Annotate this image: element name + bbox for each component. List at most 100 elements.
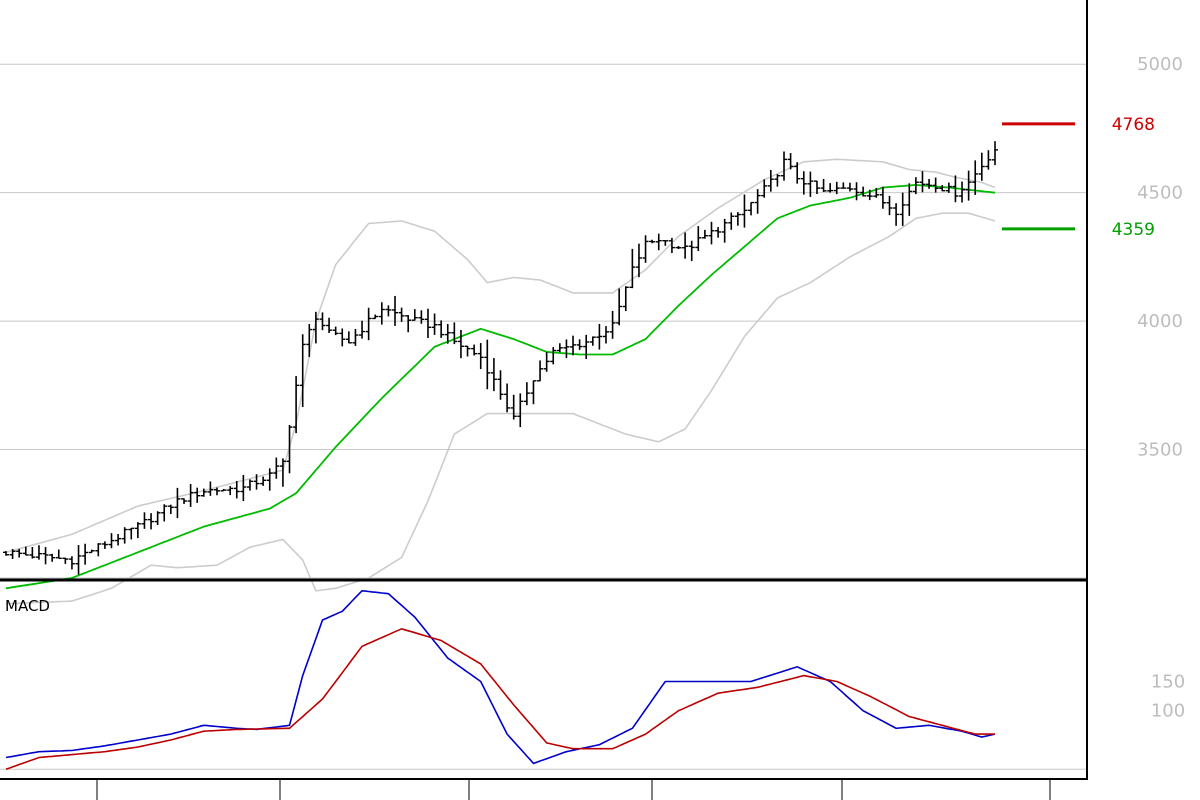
ohlc-bar bbox=[774, 174, 781, 187]
ohlc-bar bbox=[530, 380, 537, 405]
ohlc-bar bbox=[926, 178, 933, 189]
ohlc-bar bbox=[570, 335, 577, 356]
ohlc-bar bbox=[266, 468, 273, 491]
ohlc-bar bbox=[846, 182, 853, 192]
ohlc-bar bbox=[62, 557, 69, 564]
ohlc-bar bbox=[134, 522, 141, 539]
ohlc-bar bbox=[708, 221, 715, 245]
ohlc-bar bbox=[523, 382, 530, 406]
ohlc-bar bbox=[49, 553, 56, 562]
ohlc-bar bbox=[95, 543, 102, 557]
ohlc-bar bbox=[827, 183, 834, 193]
ohlc-bar bbox=[556, 343, 563, 353]
ohlc-bar bbox=[800, 171, 807, 195]
ohlc-bar bbox=[886, 195, 893, 216]
ohlc-bar bbox=[477, 343, 484, 370]
ohlc-bar bbox=[141, 512, 148, 529]
chart: 3500 4000 4500 5000 4768 4359 MACD 100 150 bbox=[0, 0, 1185, 800]
ohlc-bar bbox=[596, 323, 603, 350]
ohlc-bar bbox=[787, 153, 794, 170]
ohlc-bar bbox=[16, 548, 23, 558]
ohlc-bar bbox=[68, 556, 75, 570]
ohlc-bar bbox=[365, 307, 372, 341]
ohlc-bar bbox=[457, 329, 464, 359]
ohlc-bar bbox=[879, 186, 886, 209]
ohlc-bar bbox=[332, 326, 339, 336]
ohlc-bar bbox=[748, 201, 755, 216]
ohlc-bar bbox=[609, 310, 616, 339]
ohlc-bar bbox=[985, 150, 992, 170]
ohlc-bar bbox=[840, 182, 847, 189]
ohlc-bar bbox=[767, 169, 774, 192]
ohlc-bar bbox=[490, 358, 497, 392]
ohlc-bar bbox=[220, 488, 227, 492]
ohlc-bar bbox=[583, 334, 590, 360]
ohlc-bar bbox=[405, 315, 412, 333]
ohlc-bar bbox=[576, 339, 583, 350]
ohlc-bar bbox=[359, 320, 366, 339]
ohlc-bar bbox=[227, 486, 234, 496]
ohlc-bar bbox=[108, 533, 115, 549]
ohlc-bar bbox=[537, 360, 544, 382]
ohlc-bar bbox=[734, 212, 741, 226]
ohlc-bar bbox=[161, 504, 168, 522]
ohlc-bar bbox=[339, 328, 346, 347]
ohlc-bar bbox=[701, 229, 708, 239]
ohlc-bar bbox=[154, 511, 161, 526]
ohlc-bar bbox=[385, 305, 392, 317]
bollinger-upper-line bbox=[5, 158, 996, 554]
ohlc-bar bbox=[978, 152, 985, 181]
ohlc-bar bbox=[411, 309, 418, 321]
price-y-tick-label: 4500 bbox=[1137, 183, 1183, 204]
ohlc-bar bbox=[919, 171, 926, 193]
ohlc-bar bbox=[761, 179, 768, 198]
ohlc-bar bbox=[75, 545, 82, 575]
macd-title: MACD bbox=[5, 597, 50, 615]
ohlc-bar bbox=[42, 547, 49, 565]
ohlc-bar bbox=[965, 170, 972, 201]
ohlc-bar bbox=[721, 218, 728, 243]
ohlc-bar bbox=[194, 487, 201, 503]
macd-panel: MACD 100 150 bbox=[0, 589, 1185, 770]
macd-y-tick-label: 100 bbox=[1151, 701, 1185, 722]
ohlc-bar bbox=[932, 177, 939, 193]
ohlc-bar bbox=[233, 480, 240, 499]
ohlc-bar bbox=[181, 498, 188, 504]
price-y-tick-label: 5000 bbox=[1137, 54, 1183, 75]
ohlc-bar bbox=[728, 212, 735, 230]
level-marker-label: 4359 bbox=[1112, 220, 1155, 240]
ohlc-bar bbox=[418, 310, 425, 324]
ohlc-bar bbox=[517, 393, 524, 428]
price-y-tick-label: 3500 bbox=[1137, 440, 1183, 461]
macd-signal-line bbox=[5, 627, 995, 770]
ohlc-bar bbox=[959, 181, 966, 203]
ohlc-bar bbox=[35, 545, 42, 560]
ohlc-bar bbox=[629, 248, 636, 289]
ohlc-bar bbox=[260, 476, 267, 486]
ohlc-bar bbox=[464, 345, 471, 357]
ohlc-bar bbox=[715, 227, 722, 238]
price-y-tick-label: 4000 bbox=[1137, 311, 1183, 332]
price-panel: 3500 4000 4500 5000 4768 4359 bbox=[0, 54, 1183, 605]
ohlc-bar bbox=[602, 326, 609, 344]
ohlc-bar bbox=[438, 320, 445, 338]
ohlc-bar bbox=[101, 541, 108, 549]
ohlc-bar bbox=[655, 233, 662, 251]
ohlc-bar bbox=[352, 328, 359, 346]
ohlc-bar bbox=[510, 394, 517, 420]
ohlc-bar bbox=[497, 370, 504, 400]
ohlc-bar bbox=[246, 479, 253, 491]
ohlc-bar bbox=[813, 180, 820, 195]
ohlc-bar bbox=[820, 178, 827, 192]
ohlc-bar bbox=[240, 474, 247, 502]
ohlc-bar bbox=[372, 314, 379, 320]
ohlc-bar bbox=[622, 286, 629, 312]
ohlc-bar bbox=[484, 339, 491, 390]
ohlc-bar bbox=[121, 527, 128, 544]
ohlc-bar bbox=[853, 182, 860, 201]
ohlc-bar bbox=[345, 331, 352, 344]
ohlc-bar bbox=[781, 151, 788, 181]
level-marker-label: 4768 bbox=[1112, 115, 1155, 135]
macd-y-tick-label: 150 bbox=[1151, 671, 1185, 692]
ohlc-bar bbox=[213, 487, 220, 496]
